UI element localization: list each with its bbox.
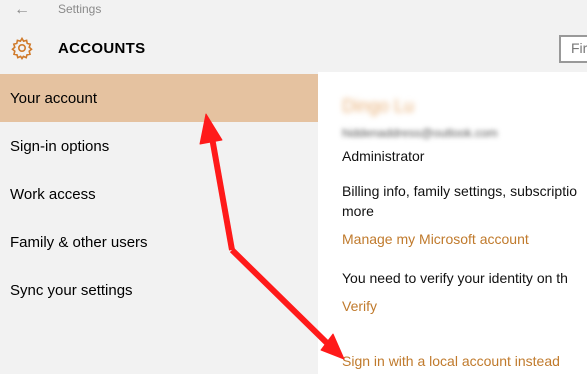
search-input[interactable]: Fir xyxy=(559,35,587,63)
window-title: Settings xyxy=(58,2,102,16)
sidebar-item-label: Sync your settings xyxy=(10,281,133,299)
back-button[interactable]: ← xyxy=(8,0,36,20)
billing-info-text-more: more xyxy=(342,203,374,219)
title-bar: ← Settings xyxy=(0,0,587,22)
sidebar-item-sync-settings[interactable]: Sync your settings xyxy=(0,266,318,314)
account-role: Administrator xyxy=(342,148,425,164)
sidebar-item-label: Work access xyxy=(10,185,96,203)
sidebar-item-family-other-users[interactable]: Family & other users xyxy=(0,218,318,266)
billing-info-text: Billing info, family settings, subscript… xyxy=(342,183,577,199)
local-account-link[interactable]: Sign in with a local account instead xyxy=(342,353,560,369)
page-title: ACCOUNTS xyxy=(58,40,146,57)
verify-identity-text: You need to verify your identity on th xyxy=(342,270,568,286)
sidebar-item-label: Sign-in options xyxy=(10,137,110,155)
sidebar-item-your-account[interactable]: Your account xyxy=(0,74,318,122)
account-email: hiddenaddress@outlook.com xyxy=(342,126,498,140)
sidebar-item-label: Family & other users xyxy=(10,233,148,251)
account-panel: Dingo Lu hiddenaddress@outlook.com Admin… xyxy=(318,72,587,374)
sidebar: Your account Sign-in options Work access… xyxy=(0,72,318,374)
sidebar-item-label: Your account xyxy=(10,89,98,107)
sidebar-item-work-access[interactable]: Work access xyxy=(0,170,318,218)
back-arrow-icon: ← xyxy=(14,1,30,18)
manage-microsoft-account-link[interactable]: Manage my Microsoft account xyxy=(342,231,529,247)
search-text: Fir xyxy=(571,40,587,56)
verify-link[interactable]: Verify xyxy=(342,298,377,314)
gear-icon xyxy=(11,36,33,60)
account-name: Dingo Lu xyxy=(342,96,415,116)
sidebar-item-sign-in-options[interactable]: Sign-in options xyxy=(0,122,318,170)
page-header: ACCOUNTS Fir xyxy=(0,22,587,72)
